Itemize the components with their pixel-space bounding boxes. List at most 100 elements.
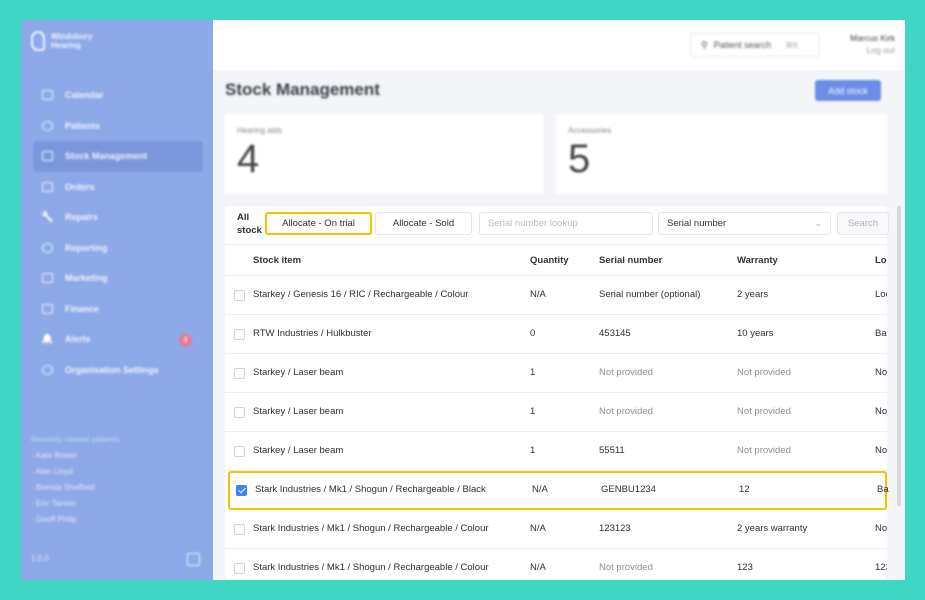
sidebar-item-organisation-settings[interactable]: Organisation Settings: [33, 355, 203, 386]
row-checkbox[interactable]: [234, 368, 245, 379]
chevron-down-icon: ⌄: [814, 218, 822, 228]
all-stock-line: stock: [237, 225, 262, 236]
collapse-sidebar-icon[interactable]: [187, 553, 200, 566]
col-warranty[interactable]: Warranty: [737, 255, 778, 266]
recent-patients-list: - Kate Bower - Alan Lloyd - Brenda Sheffie…: [31, 448, 120, 528]
table-row[interactable]: Stark Industries / Mk1 / Shogun / Rechar…: [225, 549, 887, 580]
cell-quantity: 0: [530, 328, 536, 339]
cell-stock-item: Starkey / Laser beam: [253, 445, 344, 456]
chart-icon: [42, 242, 53, 253]
table-row[interactable]: Stark Industries / Mk1 / Shogun / Rechar…: [225, 510, 887, 549]
cell-quantity: N/A: [530, 289, 546, 300]
sidebar-item-patients[interactable]: Patients: [33, 111, 203, 142]
orders-icon: [42, 181, 53, 192]
cell-warranty: 2 years warranty: [737, 523, 808, 534]
cell-quantity: 1: [530, 367, 536, 378]
row-checkbox[interactable]: [234, 446, 245, 457]
page-title: Stock Management: [225, 80, 380, 99]
row-checkbox[interactable]: [234, 524, 245, 535]
calendar-icon: [42, 90, 53, 101]
recent-patient-link[interactable]: - Alan Lloyd: [31, 464, 120, 480]
cell-location: 123: [875, 562, 887, 573]
sidebar-item-calendar[interactable]: Calendar: [33, 80, 203, 111]
recent-patient-link[interactable]: - Brenda Sheffield: [31, 480, 120, 496]
row-checkbox[interactable]: [234, 407, 245, 418]
sidebar-item-stock-management[interactable]: Stock Management: [33, 141, 203, 172]
col-serial-number[interactable]: Serial number: [599, 255, 662, 266]
cell-serial-number: Not provided: [599, 367, 653, 378]
stat-value: 5: [568, 137, 591, 181]
table-row[interactable]: Stark Industries / Mk1 / Shogun / Rechar…: [228, 471, 889, 510]
sidebar-item-label: Marketing: [65, 273, 108, 284]
patient-search-label: Patient search: [713, 40, 772, 50]
allocate-sold-button[interactable]: Allocate - Sold: [375, 212, 472, 235]
sidebar-item-repairs[interactable]: 🔧 Repairs: [33, 202, 203, 233]
logout-link[interactable]: Log out: [850, 44, 895, 56]
table-row[interactable]: Starkey / Genesis 16 / RIC / Rechargeabl…: [225, 276, 887, 315]
sidebar-item-reporting[interactable]: Reporting: [33, 233, 203, 264]
cell-quantity: 1: [530, 406, 536, 417]
table-row[interactable]: RTW Industries / Hulkbuster 0 453145 10 yea…: [225, 315, 887, 354]
mail-icon: [42, 273, 53, 284]
sidebar-item-orders[interactable]: Orders: [33, 172, 203, 203]
cell-serial-number: 123123: [599, 523, 631, 534]
cell-warranty: 12: [739, 484, 750, 495]
wrench-icon: 🔧: [41, 211, 54, 223]
clipboard-icon: [42, 151, 53, 162]
brand-logo[interactable]: Windsbury Hearing: [31, 31, 111, 51]
table-row[interactable]: Starkey / Laser beam 1 Not provided Not pro…: [225, 393, 887, 432]
add-stock-button[interactable]: Add stock: [815, 80, 881, 101]
cell-stock-item: RTW Industries / Hulkbuster: [253, 328, 372, 339]
search-button[interactable]: Search: [837, 212, 889, 235]
ear-logo-icon: [31, 31, 45, 51]
main-area: ⚲ Patient search ⌘K Marcus Kirk Log out …: [213, 20, 905, 580]
cell-warranty: 10 years: [737, 328, 774, 339]
sidebar-item-label: Patients: [65, 120, 101, 131]
sidebar-item-label: Reporting: [65, 242, 108, 253]
bell-icon: 🔔: [41, 333, 54, 345]
serial-lookup-input[interactable]: Serial number lookup: [479, 212, 653, 235]
row-checkbox[interactable]: [234, 563, 245, 574]
patients-icon: [42, 120, 53, 131]
cell-location: Ba: [877, 484, 889, 495]
col-quantity[interactable]: Quantity: [530, 255, 569, 266]
cell-stock-item: Starkey / Laser beam: [253, 367, 344, 378]
lookup-type-value: Serial number: [667, 218, 727, 229]
cell-quantity: N/A: [530, 523, 546, 534]
scrollbar[interactable]: [897, 206, 901, 506]
cell-location: No: [875, 367, 887, 378]
cell-stock-item: Stark Industries / Mk1 / Shogun / Rechar…: [253, 562, 489, 573]
gear-icon: [42, 364, 53, 375]
allocate-on-trial-button[interactable]: Allocate - On trial: [265, 212, 372, 235]
stock-table-card: All stock Allocate - On trial Allocate -…: [225, 206, 889, 580]
filter-bar: All stock Allocate - On trial Allocate -…: [225, 206, 889, 244]
col-location[interactable]: Lo: [875, 255, 887, 266]
table-row[interactable]: Starkey / Laser beam 1 55511 Not provided No: [225, 432, 887, 471]
all-stock-tab[interactable]: All stock: [237, 211, 262, 237]
table-header: Stock item Quantity Serial number Warran…: [225, 244, 887, 276]
sidebar-item-marketing[interactable]: Marketing: [33, 263, 203, 294]
cell-serial-number: 55511: [599, 445, 625, 456]
stat-label: Accessories: [568, 126, 612, 135]
table-row[interactable]: Starkey / Laser beam 1 Not provided Not pro…: [225, 354, 887, 393]
cell-warranty: Not provided: [737, 367, 791, 378]
patient-search-button[interactable]: ⚲ Patient search ⌘K: [690, 33, 820, 57]
sidebar-item-alerts[interactable]: 🔔 Alerts 3: [33, 324, 203, 355]
row-checkbox[interactable]: [234, 290, 245, 301]
sidebar-item-finance[interactable]: Finance: [33, 294, 203, 325]
recent-patient-link[interactable]: - Kate Bower: [31, 448, 120, 464]
cell-location: Loc: [875, 289, 887, 300]
sidebar-item-label: Finance: [65, 303, 100, 314]
stat-value: 4: [237, 137, 260, 181]
cell-stock-item: Starkey / Genesis 16 / RIC / Rechargeabl…: [253, 289, 469, 300]
row-checkbox[interactable]: [234, 329, 245, 340]
sidebar-item-label: Alerts: [65, 334, 91, 345]
recent-patient-link[interactable]: - Geoff Philip: [31, 512, 120, 528]
row-checkbox[interactable]: [236, 485, 247, 496]
cell-location: No: [875, 523, 887, 534]
col-stock-item[interactable]: Stock item: [253, 255, 301, 266]
user-name: Marcus Kirk: [850, 33, 895, 43]
sidebar-item-label: Repairs: [65, 212, 99, 223]
lookup-type-select[interactable]: Serial number ⌄: [658, 212, 831, 235]
recent-patient-link[interactable]: - Eric Tanner: [31, 496, 120, 512]
